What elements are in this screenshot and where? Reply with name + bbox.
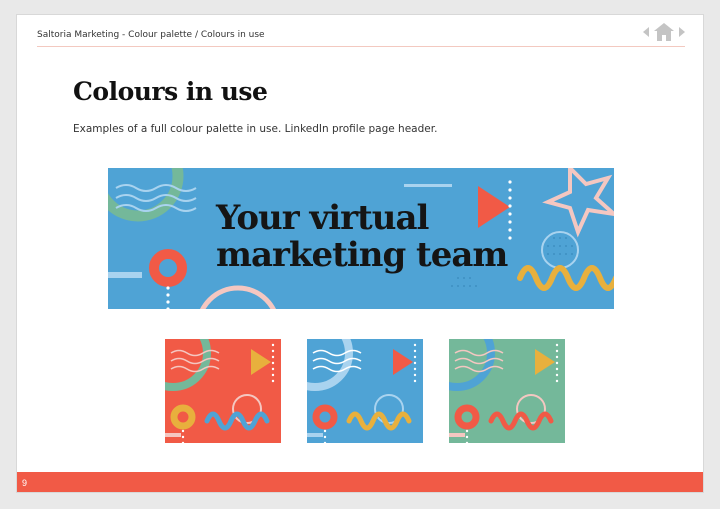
page-number: 9: [22, 478, 28, 488]
header-divider: [37, 46, 685, 47]
arrow-left-icon[interactable]: [643, 27, 649, 37]
page-title: Colours in use: [73, 77, 268, 106]
banner-line-1: Your virtual: [216, 198, 429, 238]
breadcrumb: Saltoria Marketing - Colour palette / Co…: [37, 30, 265, 40]
footer-bar: 9: [17, 472, 703, 492]
thumbnail-blue: [307, 339, 423, 443]
slide-navigation: [643, 23, 685, 41]
page-subtitle: Examples of a full colour palette in use…: [73, 123, 438, 135]
thumbnail-coral: [165, 339, 281, 443]
banner-headline: Your virtual marketing team: [216, 198, 508, 275]
thumbnail-green: [449, 339, 565, 443]
slide-page: Saltoria Marketing - Colour palette / Co…: [16, 14, 704, 493]
arrow-right-icon[interactable]: [679, 27, 685, 37]
banner-line-2: marketing team: [216, 235, 508, 275]
home-icon[interactable]: [654, 23, 674, 41]
linkedin-header-banner: Your virtual marketing team: [108, 168, 614, 309]
